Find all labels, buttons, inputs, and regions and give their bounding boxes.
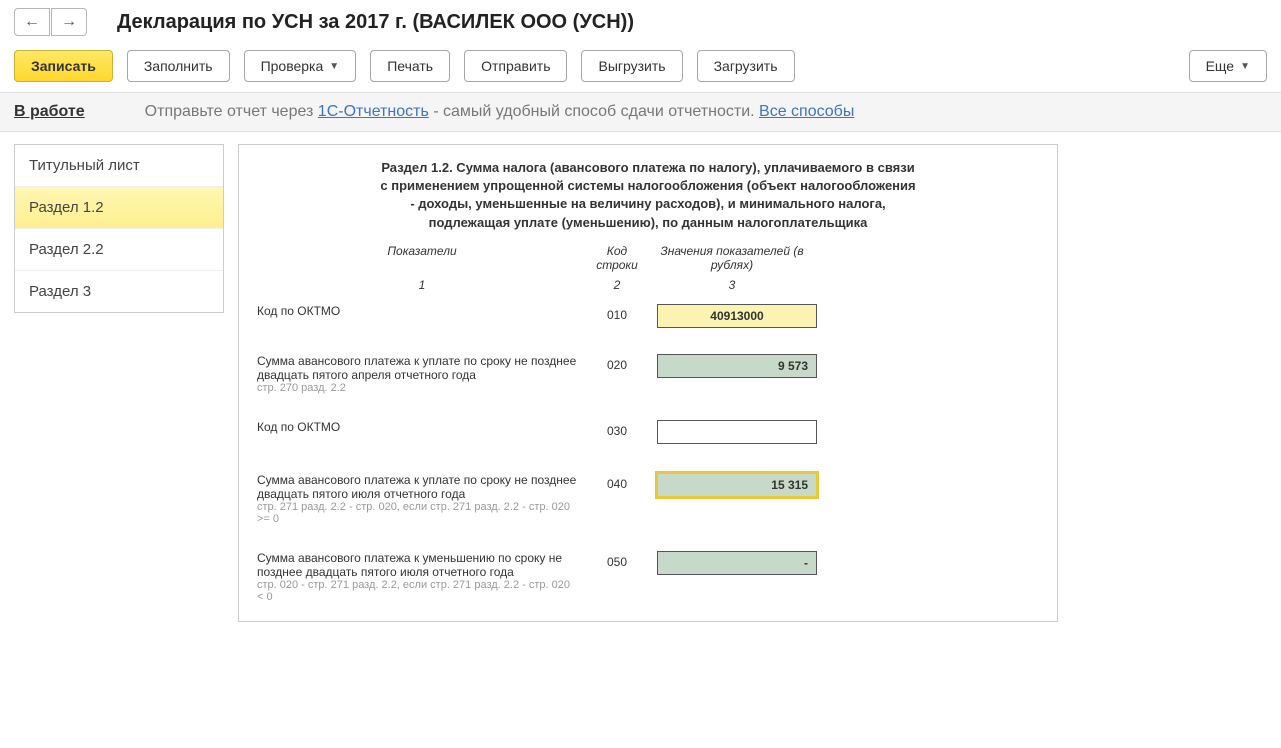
row-code: 050 [587,551,647,569]
value-col: 9 573 [647,354,817,378]
fill-button[interactable]: Заполнить [127,50,230,82]
value-col [647,420,817,447]
record-button[interactable]: Записать [14,50,113,82]
hint-pre: Отправьте отчет через [145,103,318,120]
send-button[interactable]: Отправить [464,50,567,82]
colnum-3: 3 [647,278,817,292]
stage-hint: Отправьте отчет через 1С-Отчетность - са… [145,103,855,121]
column-headers: Показатели Код строки Значения показател… [257,244,1039,272]
import-button[interactable]: Загрузить [697,50,795,82]
rows-container: Код по ОКТМО01040913000Сумма авансового … [257,304,1039,603]
form-row: Сумма авансового платежа к уменьшению по… [257,551,1039,603]
indicator-sub: стр. 271 разд. 2.2 - стр. 020, если стр.… [257,501,577,525]
column-numbers: 1 2 3 [257,278,1039,292]
tab-section-2-2[interactable]: Раздел 2.2 [15,229,223,271]
header-value: Значения показателей (в рублях) [647,244,817,272]
row-code: 040 [587,473,647,491]
form-row: Сумма авансового платежа к уплате по сро… [257,473,1039,525]
indicator-label: Сумма авансового платежа к уменьшению по… [257,551,587,603]
check-button[interactable]: Проверка ▼ [244,50,357,82]
export-button[interactable]: Выгрузить [581,50,682,82]
content: Титульный лист Раздел 1.2 Раздел 2.2 Раз… [0,132,1281,634]
check-button-label: Проверка [261,58,324,74]
form-row: Код по ОКТМО030 [257,420,1039,447]
indicator-label: Код по ОКТМО [257,304,587,318]
status-bar: В работе Отправьте отчет через 1С-Отчетн… [0,92,1281,132]
more-button-label: Еще [1206,58,1235,74]
print-button[interactable]: Печать [370,50,450,82]
indicator-sub: стр. 270 разд. 2.2 [257,382,577,394]
value-field[interactable]: 9 573 [657,354,817,378]
form-row: Сумма авансового платежа к уплате по сро… [257,354,1039,394]
link-all-methods[interactable]: Все способы [759,103,854,120]
indicator-label: Сумма авансового платежа к уплате по сро… [257,354,587,394]
tab-title-page[interactable]: Титульный лист [15,145,223,187]
form-row: Код по ОКТМО010 40913000 [257,304,1039,328]
header-indicator: Показатели [257,244,587,272]
stage-link[interactable]: В работе [14,103,85,121]
title-bar: ← → Декларация по УСН за 2017 г. (ВАСИЛЕ… [0,0,1281,44]
value-field[interactable]: - [657,551,817,575]
row-code: 020 [587,354,647,372]
tab-section-1-2[interactable]: Раздел 1.2 [15,187,223,229]
indicator-label: Код по ОКТМО [257,420,587,434]
value-field[interactable] [657,420,817,444]
hint-mid: - самый удобный способ сдачи отчетности. [429,103,759,120]
row-code: 010 [587,304,647,322]
value-col: 40913000 [647,304,817,328]
forward-button[interactable]: → [51,8,87,36]
section-title: Раздел 1.2. Сумма налога (авансового пла… [378,159,918,232]
value-col: - [647,551,817,575]
header-code: Код строки [587,244,647,272]
page-title: Декларация по УСН за 2017 г. (ВАСИЛЕК ОО… [117,11,634,34]
more-button[interactable]: Еще ▼ [1189,50,1267,82]
colnum-1: 1 [257,278,587,292]
form-area: Раздел 1.2. Сумма налога (авансового пла… [238,144,1058,622]
value-field[interactable]: 40913000 [657,304,817,328]
link-1c-report[interactable]: 1С-Отчетность [318,103,429,120]
colnum-2: 2 [587,278,647,292]
chevron-down-icon: ▼ [329,61,339,72]
tab-section-3[interactable]: Раздел 3 [15,271,223,312]
value-field[interactable]: 15 315 [657,473,817,497]
nav-arrows: ← → [14,8,87,36]
indicator-label: Сумма авансового платежа к уплате по сро… [257,473,587,525]
row-code: 030 [587,420,647,438]
indicator-sub: стр. 020 - стр. 271 разд. 2.2, если стр.… [257,579,577,603]
back-button[interactable]: ← [14,8,50,36]
toolbar: Записать Заполнить Проверка ▼ Печать Отпр… [0,44,1281,92]
section-tabs: Титульный лист Раздел 1.2 Раздел 2.2 Раз… [14,144,224,313]
chevron-down-icon: ▼ [1240,61,1250,72]
value-col: 15 315 [647,473,817,497]
